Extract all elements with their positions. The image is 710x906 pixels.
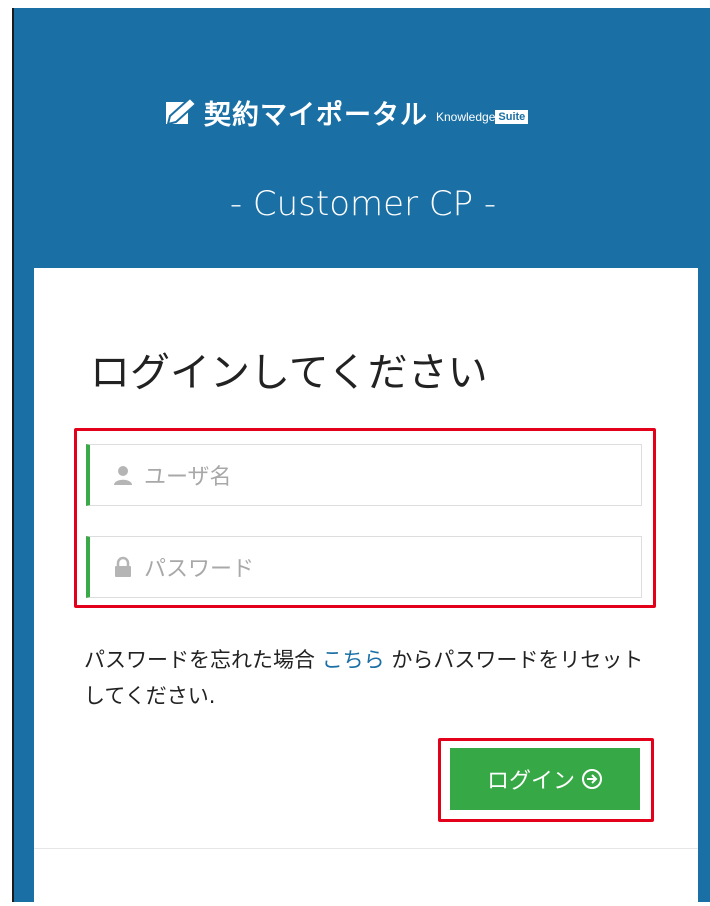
circle-arrow-right-icon: [582, 769, 602, 789]
pen-check-icon: [166, 96, 198, 126]
lock-icon: [115, 556, 131, 577]
password-placeholder: パスワード: [144, 557, 255, 582]
brand-suite-badge: Suite: [495, 110, 529, 124]
username-placeholder: ユーザ名: [144, 465, 232, 490]
user-icon: [114, 466, 132, 485]
login-button-label: ログイン: [486, 769, 575, 794]
login-panel: 契約マイポータル Knowledge Suite - Customer CP -…: [12, 8, 710, 906]
login-button[interactable]: ログイン: [450, 748, 640, 810]
username-field[interactable]: ユーザ名: [86, 444, 642, 506]
page-frame: 契約マイポータル Knowledge Suite - Customer CP -…: [0, 0, 710, 906]
brand-title: 契約マイポータル: [204, 99, 428, 131]
password-field[interactable]: パスワード: [86, 536, 642, 598]
login-heading: ログインしてください: [90, 350, 488, 396]
portal-subtitle: - Customer CP -: [229, 184, 497, 224]
brand-logo: 契約マイポータル Knowledge Suite: [164, 92, 529, 132]
reset-password-link[interactable]: こちら: [322, 648, 385, 672]
note-prefix: パスワードを忘れた場合: [84, 648, 315, 672]
login-card: ログインしてください ユーザ名 パスワード パスワードを忘れた場合 こちら から…: [34, 268, 698, 906]
brand-knowledge: Knowledge: [436, 110, 496, 124]
card-divider: [34, 848, 698, 849]
password-reset-note: パスワードを忘れた場合 こちら からパスワードをリセットしてください.: [84, 642, 654, 714]
